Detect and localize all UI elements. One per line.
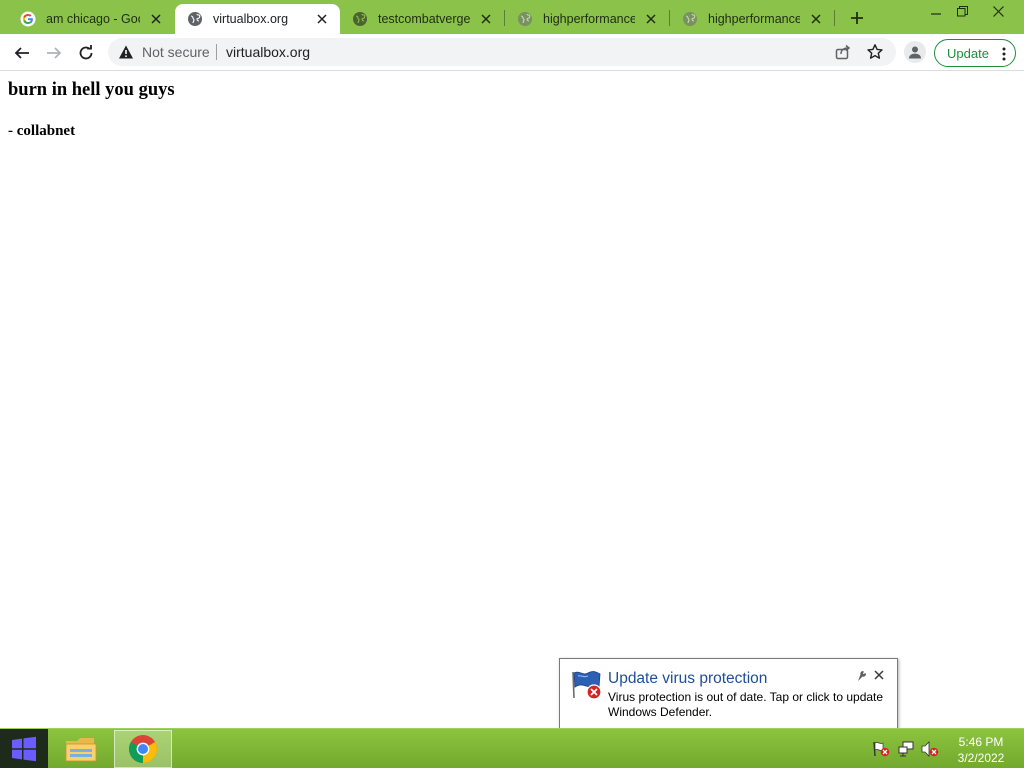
page-heading: burn in hell you guys: [8, 80, 175, 100]
notification-body: Virus protection is out of date. Tap or …: [608, 690, 884, 719]
close-tab-icon[interactable]: [643, 11, 659, 27]
profile-button[interactable]: [904, 41, 926, 63]
windows-logo-icon: [12, 736, 36, 762]
globe-icon: [352, 11, 368, 27]
back-button[interactable]: [8, 39, 36, 67]
close-tab-icon[interactable]: [314, 11, 330, 27]
update-label: Update: [947, 45, 989, 61]
close-tab-icon[interactable]: [148, 11, 164, 27]
browser-toolbar: Not secure virtualbox.org Update: [0, 34, 1024, 71]
reload-button[interactable]: [72, 39, 100, 67]
clock-time: 5:46 PM: [958, 735, 1004, 749]
url-text[interactable]: virtualbox.org: [226, 44, 310, 60]
start-button[interactable]: [0, 729, 48, 768]
clock-date: 3/2/2022: [957, 751, 1005, 765]
arrow-left-icon: [14, 47, 29, 59]
security-label[interactable]: Not secure: [142, 44, 210, 60]
tab-highperformance-2[interactable]: highperformanced: [670, 4, 834, 34]
address-bar[interactable]: Not secure virtualbox.org: [108, 38, 896, 66]
minimize-icon: [931, 13, 941, 15]
close-icon: [992, 5, 1004, 17]
tab-testcombatverge[interactable]: testcombatverge.c: [340, 4, 504, 34]
system-clock[interactable]: 5:46 PM 3/2/2022: [950, 734, 1012, 766]
tab-virtualbox[interactable]: virtualbox.org: [175, 4, 340, 34]
network-icon[interactable]: [898, 741, 916, 757]
forward-button[interactable]: [40, 39, 68, 67]
tab-title: testcombatverge.c: [378, 12, 470, 26]
globe-icon: [682, 11, 698, 27]
person-icon: [909, 46, 921, 59]
desktop-screen: am chicago - Goog virtualbox.org: [0, 0, 1024, 768]
close-notification-icon[interactable]: [872, 668, 886, 682]
more-vertical-icon: [1002, 47, 1006, 61]
close-tab-icon[interactable]: [478, 11, 494, 27]
file-explorer-taskbar-button[interactable]: [56, 731, 106, 767]
volume-muted-icon[interactable]: [921, 741, 939, 757]
restore-button[interactable]: [946, 0, 978, 22]
reload-icon: [79, 45, 93, 60]
file-explorer-icon: [65, 738, 97, 762]
close-tab-icon[interactable]: [808, 11, 824, 27]
page-signature: - collabnet: [8, 123, 76, 139]
warning-icon: [119, 45, 133, 59]
tab-strip: am chicago - Goog virtualbox.org: [0, 0, 1024, 34]
taskbar: 5:46 PM 3/2/2022: [0, 728, 1024, 768]
notification-balloon[interactable]: Update virus protection Virus protection…: [559, 658, 898, 742]
google-g-icon: [20, 11, 36, 27]
defender-flag-error-icon: [572, 671, 602, 700]
omnibox-divider: [216, 44, 217, 60]
globe-icon: [187, 11, 203, 27]
share-icon[interactable]: [834, 43, 852, 61]
new-tab-button[interactable]: [845, 6, 869, 30]
plus-icon: [851, 12, 863, 24]
tab-title: virtualbox.org: [213, 12, 289, 26]
wrench-icon[interactable]: [853, 668, 867, 682]
tab-title: highperformanced: [708, 12, 800, 26]
close-window-button[interactable]: [982, 0, 1014, 22]
tab-separator: [834, 10, 835, 26]
action-center-error-icon[interactable]: [872, 741, 890, 757]
tab-highperformance-1[interactable]: highperformanced: [505, 4, 669, 34]
chrome-taskbar-button[interactable]: [114, 730, 172, 768]
globe-icon: [517, 11, 533, 27]
bookmark-star-icon[interactable]: [866, 43, 884, 61]
tab-title: am chicago - Goog: [46, 12, 140, 26]
update-button[interactable]: Update: [934, 39, 1016, 67]
restore-icon: [956, 5, 968, 16]
chrome-icon: [129, 735, 157, 763]
page-content: burn in hell you guys - collabnet: [0, 72, 1024, 728]
notification-title: Update virus protection: [608, 670, 768, 687]
tab-title: highperformanced: [543, 12, 635, 26]
tab-am-chicago[interactable]: am chicago - Goog: [8, 4, 174, 34]
arrow-right-icon: [47, 47, 62, 59]
